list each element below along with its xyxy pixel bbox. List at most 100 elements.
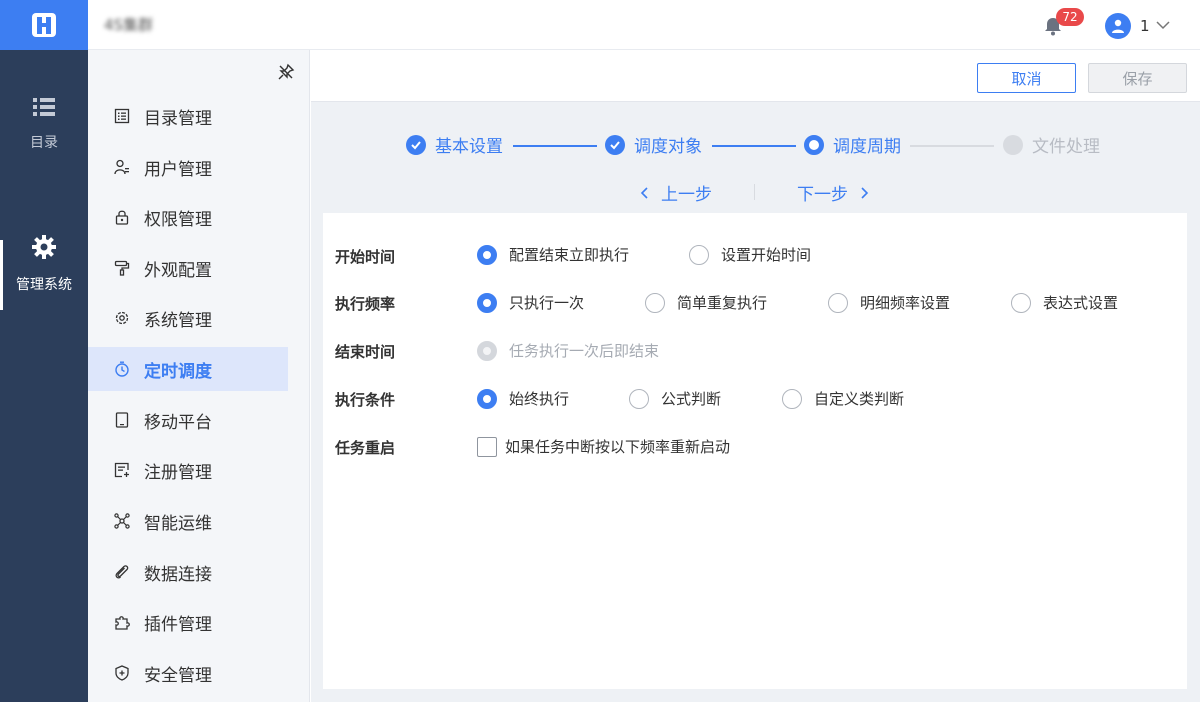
condition-option-custom-class[interactable]: 自定义类判断	[782, 388, 904, 409]
restart-checkbox[interactable]	[477, 436, 497, 457]
radio-unchecked[interactable]	[645, 292, 665, 313]
secondary-sidebar: 目录管理 用户管理 权限管理 外观配置 系统管理 定时调度 移动平台 注册管理 …	[88, 50, 310, 702]
end-time-option-after-once: 任务执行一次后即结束	[477, 340, 659, 361]
radio-unchecked[interactable]	[828, 292, 848, 313]
sidebar-item-appearance[interactable]: 外观配置	[88, 246, 288, 290]
frequency-option-once[interactable]: 只执行一次	[477, 292, 584, 313]
current-step-icon	[804, 134, 824, 155]
step-indicator: 基本设置 调度对象 调度周期 文件处理	[311, 132, 1200, 162]
step-schedule-period[interactable]: 调度周期	[804, 132, 901, 157]
condition-label: 执行条件	[335, 391, 396, 409]
option-label: 公式判断	[661, 390, 722, 408]
user-name[interactable]: 1	[1140, 17, 1150, 35]
chevron-left-icon	[640, 186, 648, 199]
sidebar-item-catalog[interactable]: 目录管理	[88, 94, 288, 138]
frequency-option-simple-repeat[interactable]: 简单重复执行	[645, 292, 767, 313]
sidebar-item-label: 数据连接	[144, 564, 212, 585]
sidebar-item-data-connection[interactable]: 数据连接	[88, 550, 288, 594]
sidebar-item-scheduler[interactable]: 定时调度	[88, 347, 288, 391]
step-connector	[513, 145, 597, 147]
nav-divider	[754, 184, 755, 200]
network-icon	[113, 512, 131, 530]
pending-step-icon	[1003, 134, 1023, 155]
next-step-label: 下一步	[797, 185, 848, 205]
sidebar-item-label: 移动平台	[144, 412, 212, 433]
prev-step-link[interactable]: 上一步	[639, 180, 712, 205]
check-icon	[406, 134, 426, 155]
frequency-label: 执行频率	[335, 295, 396, 313]
condition-option-formula[interactable]: 公式判断	[629, 388, 721, 409]
sidebar-item-permissions[interactable]: 权限管理	[88, 195, 288, 239]
restart-label: 任务重启	[335, 439, 396, 457]
sidebar-item-label: 注册管理	[144, 462, 212, 483]
option-label: 配置结束立即执行	[509, 246, 630, 264]
lock-icon	[113, 208, 131, 226]
option-label: 自定义类判断	[814, 390, 905, 408]
step-basic-settings[interactable]: 基本设置	[406, 132, 503, 157]
step-file-processing[interactable]: 文件处理	[1003, 132, 1100, 157]
user-list-icon	[113, 158, 131, 176]
action-bar: 取消 保存	[311, 50, 1200, 102]
settings-icon	[113, 309, 131, 327]
step-schedule-object[interactable]: 调度对象	[605, 132, 702, 157]
check-icon	[605, 134, 625, 155]
save-button[interactable]: 保存	[1088, 63, 1187, 93]
paint-roller-icon	[113, 259, 131, 277]
sidebar-item-plugins[interactable]: 插件管理	[88, 600, 288, 644]
puzzle-icon	[113, 613, 131, 631]
sidebar-item-label: 定时调度	[144, 361, 212, 382]
chevron-right-icon	[861, 186, 869, 199]
option-label: 表达式设置	[1043, 294, 1119, 312]
sidebar-item-users[interactable]: 用户管理	[88, 145, 288, 189]
user-icon	[1112, 19, 1124, 33]
shield-icon	[113, 664, 131, 682]
next-step-link[interactable]: 下一步	[797, 180, 870, 205]
sidebar-item-label: 系统管理	[144, 310, 212, 331]
step-label: 基本设置	[435, 137, 503, 157]
primary-nav-rail: 目录 管理系统	[0, 50, 88, 702]
step-label: 调度周期	[833, 137, 901, 157]
rail-item-catalog[interactable]: 目录	[0, 96, 88, 152]
app-logo	[0, 0, 88, 50]
rail-item-management[interactable]: 管理系统	[0, 234, 88, 294]
radio-unchecked[interactable]	[782, 388, 802, 409]
start-time-label: 开始时间	[335, 248, 396, 266]
step-connector	[712, 145, 796, 147]
sidebar-item-system[interactable]: 系统管理	[88, 296, 288, 340]
sidebar-item-label: 权限管理	[144, 209, 212, 230]
chevron-down-icon[interactable]	[1155, 17, 1171, 33]
prev-step-label: 上一步	[661, 185, 712, 205]
restart-checkbox-option[interactable]: 如果任务中断按以下频率重新启动	[477, 436, 730, 457]
sidebar-item-registration[interactable]: 注册管理	[88, 448, 288, 492]
start-time-option-immediate[interactable]: 配置结束立即执行	[477, 244, 629, 265]
start-time-option-custom[interactable]: 设置开始时间	[689, 244, 811, 265]
schedule-form-panel: 开始时间 配置结束立即执行 设置开始时间 执行频率 只执行一次 简单重复执行 明…	[323, 213, 1187, 689]
sidebar-item-label: 外观配置	[144, 260, 212, 281]
radio-disabled	[477, 340, 497, 361]
frequency-option-detailed[interactable]: 明细频率设置	[828, 292, 950, 313]
paperclip-icon	[113, 563, 131, 581]
cancel-button[interactable]: 取消	[977, 63, 1076, 93]
catalog-icon	[113, 107, 131, 125]
step-connector	[910, 145, 994, 147]
sidebar-item-mobile[interactable]: 移动平台	[88, 398, 288, 442]
sidebar-item-label: 安全管理	[144, 665, 212, 686]
condition-option-always[interactable]: 始终执行	[477, 388, 569, 409]
option-label: 始终执行	[509, 390, 570, 408]
radio-unchecked[interactable]	[629, 388, 649, 409]
main-content: 取消 保存 基本设置 调度对象 调度周期 文件处理 上一步 下一步 开始时间 配…	[311, 50, 1200, 702]
radio-checked[interactable]	[477, 388, 497, 409]
option-label: 只执行一次	[509, 294, 585, 312]
radio-unchecked[interactable]	[1011, 292, 1031, 313]
frequency-option-expression[interactable]: 表达式设置	[1011, 292, 1118, 313]
radio-checked[interactable]	[477, 244, 497, 265]
pin-icon[interactable]	[277, 63, 295, 81]
option-label: 明细频率设置	[860, 294, 951, 312]
sidebar-item-ops[interactable]: 智能运维	[88, 499, 288, 543]
radio-unchecked[interactable]	[689, 244, 709, 265]
sidebar-item-security[interactable]: 安全管理	[88, 651, 288, 695]
radio-checked[interactable]	[477, 292, 497, 313]
timer-icon	[113, 360, 131, 378]
option-label: 设置开始时间	[721, 246, 812, 264]
avatar[interactable]	[1105, 13, 1131, 39]
